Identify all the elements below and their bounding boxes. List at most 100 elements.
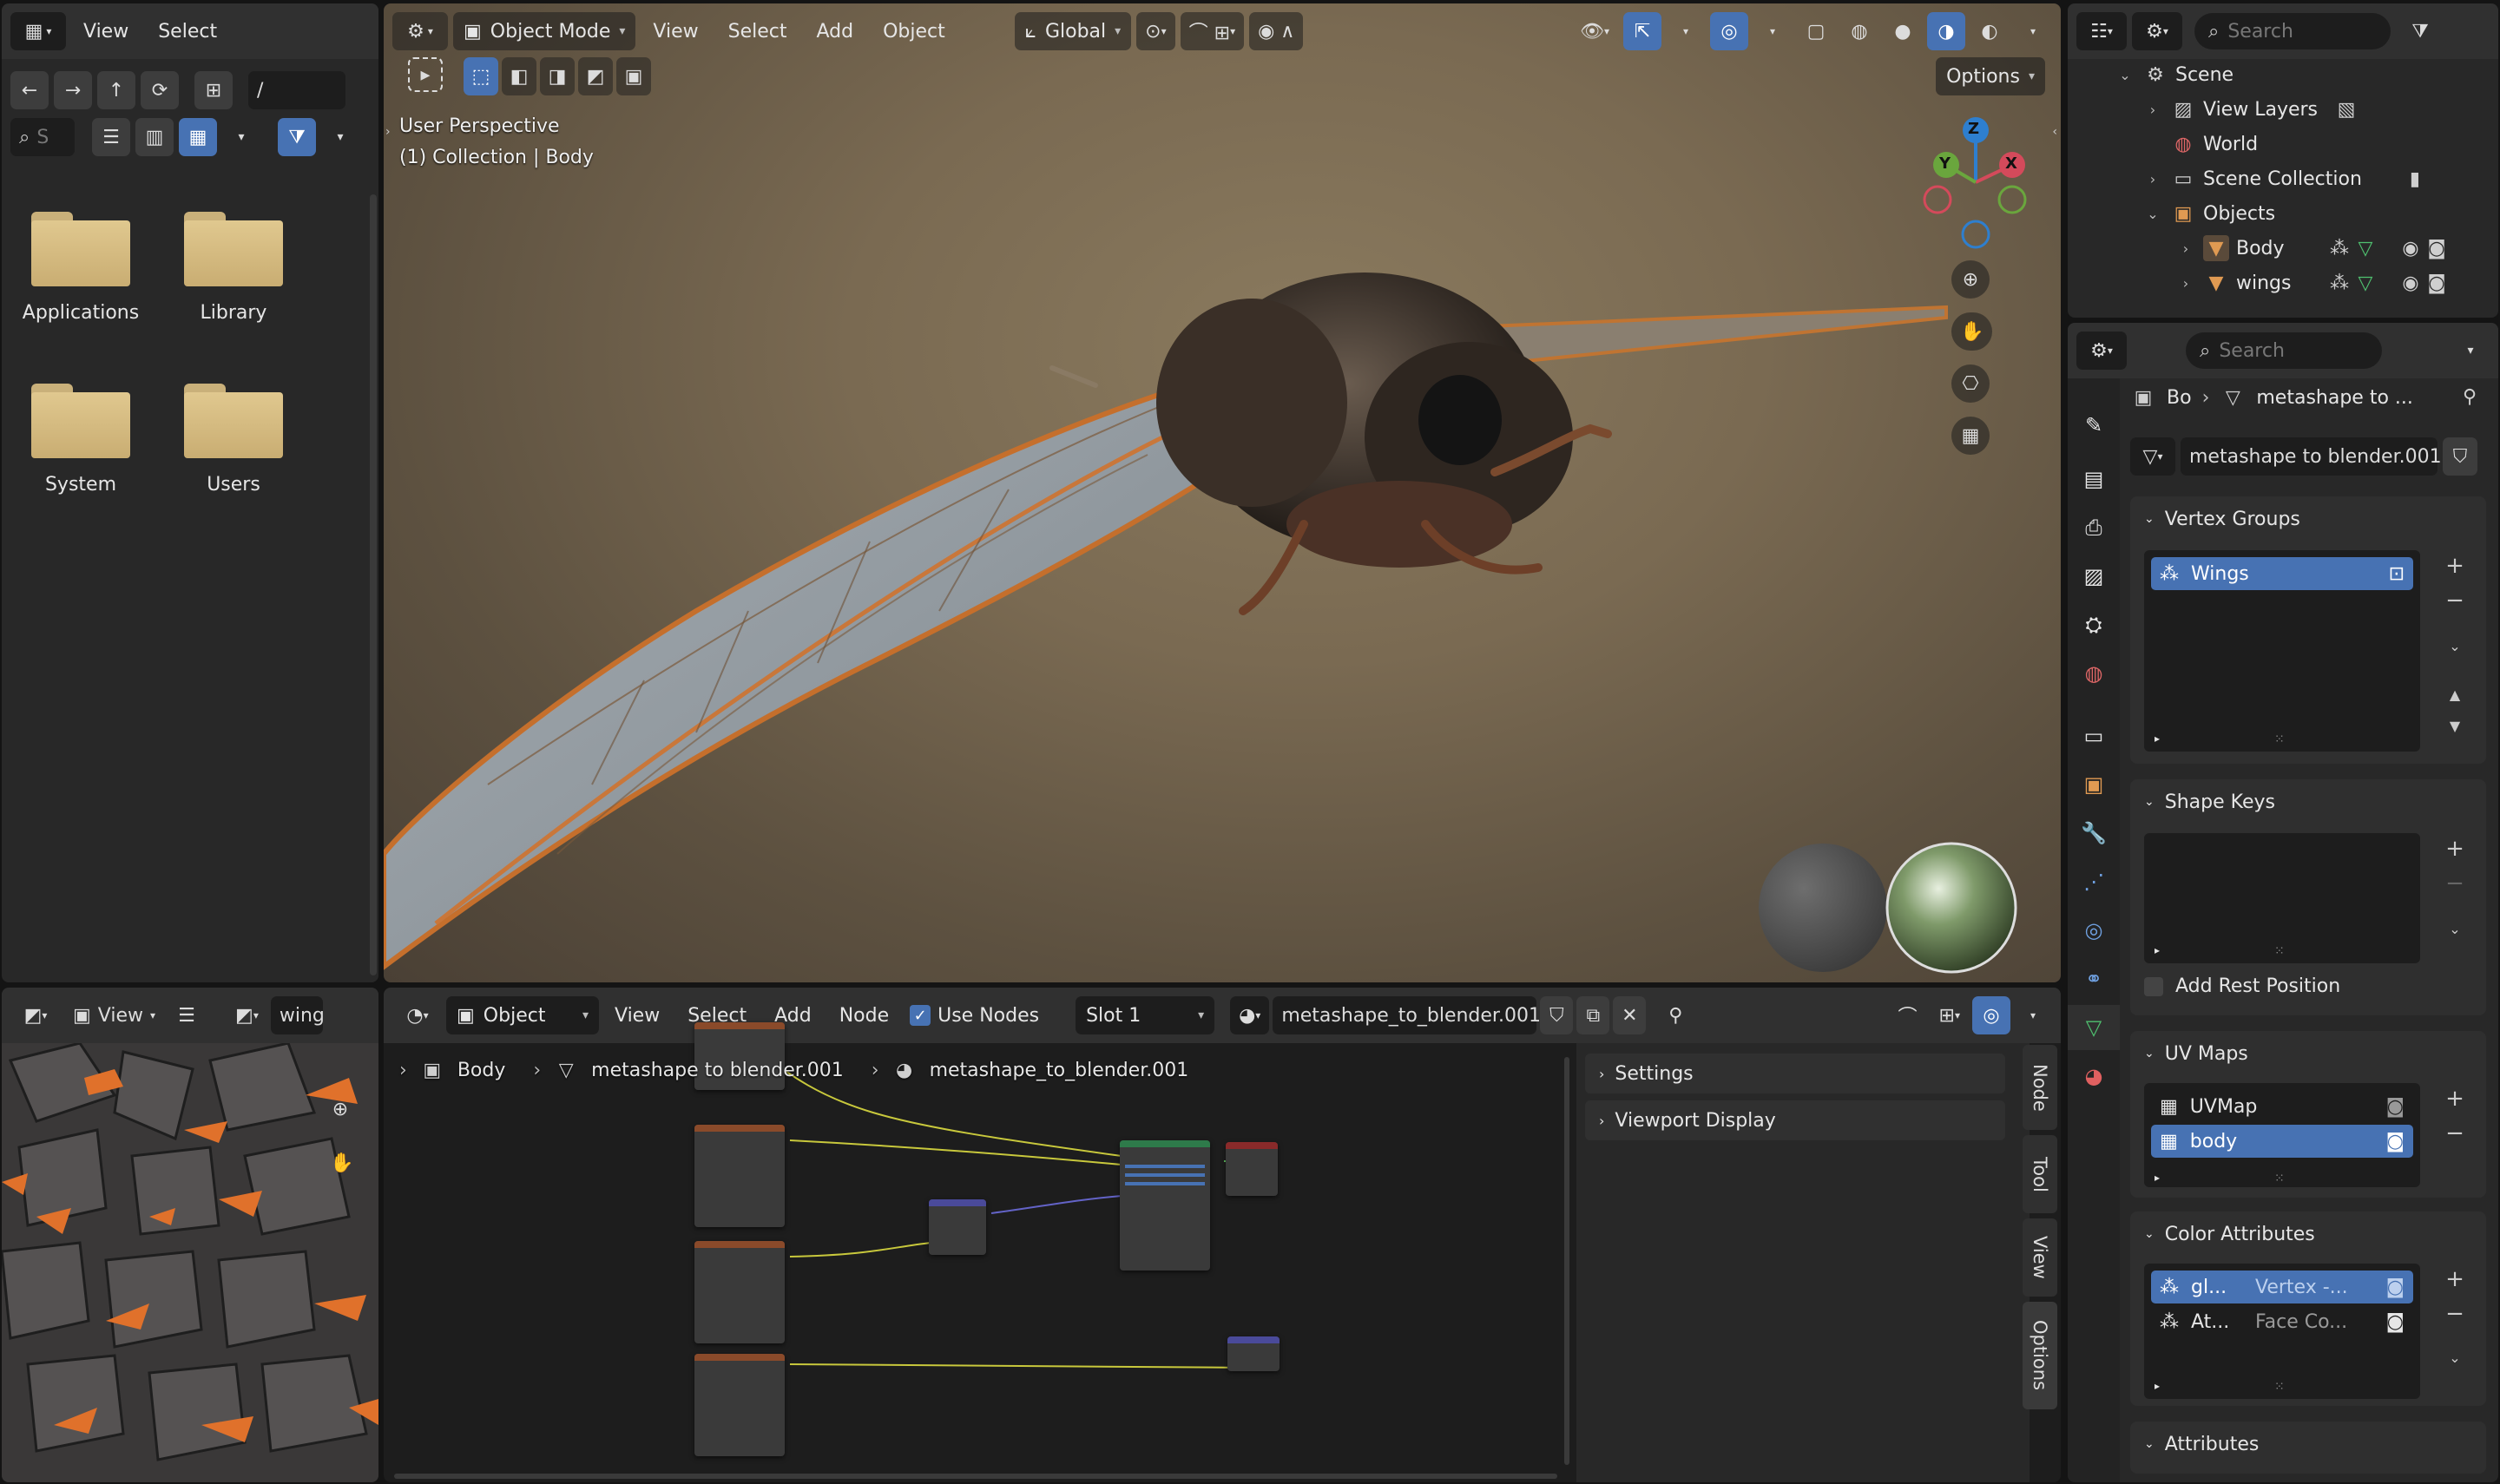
camera-view-icon[interactable]: ⎔ — [1951, 364, 1990, 403]
snap-target-icon[interactable]: ⊞ ▾ — [1931, 996, 1969, 1034]
add-icon[interactable]: + — [2439, 1083, 2470, 1114]
add-icon[interactable]: + — [2439, 550, 2470, 581]
material-tab-icon[interactable]: ◕ — [2068, 1054, 2120, 1099]
object-tab-icon[interactable]: ▣ — [2068, 762, 2120, 807]
vertex-groups-icon[interactable]: ⁂ — [2326, 270, 2352, 296]
options-dropdown[interactable]: ▾ — [2451, 332, 2490, 370]
displacement-node[interactable] — [1227, 1336, 1280, 1371]
mesh-data-icon[interactable]: ▽ — [2352, 270, 2378, 296]
remove-icon[interactable]: − — [2439, 1118, 2470, 1149]
breadcrumb-mesh[interactable]: metashape to ... — [2256, 387, 2413, 409]
image-texture-node[interactable] — [694, 1125, 785, 1227]
new-folder-icon[interactable]: ⊞ — [194, 71, 233, 109]
list-expand-icon[interactable]: ▸ — [2155, 1172, 2160, 1184]
thumbnails-icon[interactable]: ▦ — [179, 118, 217, 156]
attributes-header[interactable]: ⌄ Attributes — [2130, 1422, 2486, 1467]
tab-tool[interactable]: Tool — [2023, 1135, 2057, 1213]
material-browse-button[interactable]: ◕ ▾ — [1230, 996, 1270, 1034]
output-tab-icon[interactable]: ⎙ — [2068, 505, 2120, 550]
folder-applications[interactable]: Applications — [16, 212, 146, 324]
horizontal-scrollbar[interactable] — [394, 1474, 1557, 1479]
specials-dropdown-icon[interactable]: ⌄ — [2439, 630, 2470, 661]
settings-panel-header[interactable]: › Settings — [1585, 1054, 2005, 1093]
file-search-field[interactable]: ⌕ S — [10, 118, 75, 156]
editor-type-button[interactable]: ⚙ ▾ — [2076, 332, 2127, 370]
image-browse-button[interactable]: ◩ ▾ — [227, 996, 267, 1034]
menu-view[interactable]: View — [71, 21, 141, 43]
chevron-right-icon[interactable]: › — [2142, 102, 2163, 118]
camera-icon[interactable]: ◙ — [2424, 235, 2450, 261]
collection-tab-icon[interactable]: ▭ — [2068, 713, 2120, 758]
parent-directory-icon[interactable]: ↑ — [97, 71, 135, 109]
view-layer-tab-icon[interactable]: ▨ — [2068, 554, 2120, 599]
resize-handle-icon[interactable]: ⁙ — [2274, 944, 2285, 958]
view-mode-dropdown[interactable]: ▣ View ▾ — [64, 996, 164, 1034]
vertical-list-icon[interactable]: ☰ — [92, 118, 130, 156]
path-field[interactable]: / — [248, 71, 345, 109]
exclude-checkbox-icon[interactable]: ▮ — [2402, 166, 2428, 192]
shader-type-dropdown[interactable]: ▣ Object ▾ — [446, 996, 599, 1034]
constraints-tab-icon[interactable]: ⚭ — [2068, 956, 2120, 1001]
use-nodes-checkbox[interactable]: ✓ Use Nodes — [910, 1005, 1039, 1027]
outliner-row-world[interactable]: ◍ World — [2068, 127, 2498, 161]
menu-select[interactable]: Select — [146, 21, 229, 43]
horizontal-list-icon[interactable]: ▥ — [135, 118, 174, 156]
material-name-field[interactable]: metashape_to_blender.001 — [1273, 996, 1541, 1034]
tab-options[interactable]: Options — [2023, 1302, 2057, 1409]
filter-icon[interactable]: ⧩ — [278, 118, 316, 156]
resize-handle-icon[interactable]: ⁙ — [2274, 1380, 2285, 1394]
vertex-groups-list[interactable]: ⁂ Wings ⊡ ▸ ⁙ — [2144, 550, 2420, 752]
gizmo-y-label[interactable]: Y — [1939, 154, 1951, 173]
pin-icon[interactable]: ⚲ — [1656, 996, 1694, 1034]
scene-tab-icon[interactable]: ⛭ — [2068, 602, 2120, 647]
resize-handle-icon[interactable]: ⁙ — [2274, 732, 2285, 746]
tool-tab-icon[interactable]: ✎ — [2068, 403, 2120, 448]
pin-icon[interactable]: ⚲ — [2457, 384, 2483, 410]
particles-tab-icon[interactable]: ⋰ — [2068, 859, 2120, 904]
mesh-data-icon[interactable]: ▽ — [2352, 235, 2378, 261]
camera-icon[interactable]: ◙ — [2386, 1277, 2405, 1298]
camera-icon[interactable]: ◙ — [2386, 1131, 2405, 1152]
editor-type-button[interactable]: ◔ ▾ — [392, 996, 443, 1034]
slot-dropdown[interactable]: Slot 1 ▾ — [1076, 996, 1215, 1034]
back-icon[interactable]: ← — [10, 71, 49, 109]
outliner-row-view-layers[interactable]: › ▨ View Layers ▧ — [2068, 92, 2498, 127]
data-tab-icon[interactable]: ▽ — [2068, 1005, 2120, 1050]
color-attributes-header[interactable]: ⌄ Color Attributes — [2130, 1211, 2486, 1257]
gizmo-x-label[interactable]: X — [2005, 154, 2017, 173]
forward-icon[interactable]: → — [54, 71, 92, 109]
add-rest-position-checkbox[interactable]: Add Rest Position — [2144, 975, 2340, 997]
list-item[interactable]: ⁂ At... Face Co... ◙ — [2151, 1305, 2413, 1338]
vertex-groups-header[interactable]: ⌄ Vertex Groups — [2130, 496, 2486, 542]
fake-user-icon[interactable]: ⛉ — [1540, 996, 1574, 1034]
specials-dropdown-icon[interactable]: ⌄ — [2439, 1342, 2470, 1373]
chevron-right-icon[interactable]: › — [2175, 240, 2196, 257]
overlays-icon[interactable]: ◎ — [1972, 996, 2010, 1034]
outliner-row-wings[interactable]: › ▼ wings ⁂ ▽ ◉ ◙ — [2068, 266, 2498, 300]
filter-settings-dropdown[interactable]: ▾ — [321, 118, 359, 156]
outliner-row-body[interactable]: › ▼ Body ⁂ ▽ ◉ ◙ — [2068, 231, 2498, 266]
principled-bsdf-node[interactable] — [1120, 1140, 1210, 1271]
fake-user-icon[interactable]: ⛉ — [2443, 437, 2477, 476]
viewport-area[interactable]: ⚙ ▾ ▣ Object Mode ▾ View Select Add Object … — [384, 3, 2061, 982]
editor-type-button[interactable]: ☷ ▾ — [2076, 12, 2127, 50]
list-item[interactable]: ⁂ Wings ⊡ — [2151, 557, 2413, 590]
pan-hand-icon[interactable]: ✋ — [1951, 312, 1993, 351]
image-name-field[interactable]: wing — [270, 996, 323, 1034]
specials-dropdown-icon[interactable]: ⌄ — [2439, 913, 2470, 944]
zoom-icon[interactable]: ⊕ — [321, 1090, 359, 1128]
shape-keys-list[interactable]: ▸ ⁙ — [2144, 833, 2420, 963]
folder-users[interactable]: Users — [168, 384, 299, 496]
tab-view[interactable]: View — [2023, 1218, 2057, 1297]
display-mode-button[interactable]: ⚙ ▾ — [2132, 12, 2182, 50]
chevron-down-icon[interactable]: ⌄ — [2142, 206, 2163, 222]
physics-tab-icon[interactable]: ◎ — [2068, 908, 2120, 953]
color-attributes-list[interactable]: ⁂ gl... Vertex -... ◙ ⁂ At... Face Co...… — [2144, 1264, 2420, 1399]
duplicate-icon[interactable]: ⧉ — [1576, 996, 1610, 1034]
remove-icon[interactable]: − — [2439, 868, 2470, 899]
pan-hand-icon[interactable]: ✋ — [321, 1144, 362, 1182]
folder-system[interactable]: System — [16, 384, 146, 496]
properties-search-field[interactable]: ⌕ Search — [2186, 332, 2382, 369]
resize-handle-icon[interactable]: ⁙ — [2274, 1172, 2285, 1185]
zoom-icon[interactable]: ⊕ — [1951, 260, 1990, 299]
